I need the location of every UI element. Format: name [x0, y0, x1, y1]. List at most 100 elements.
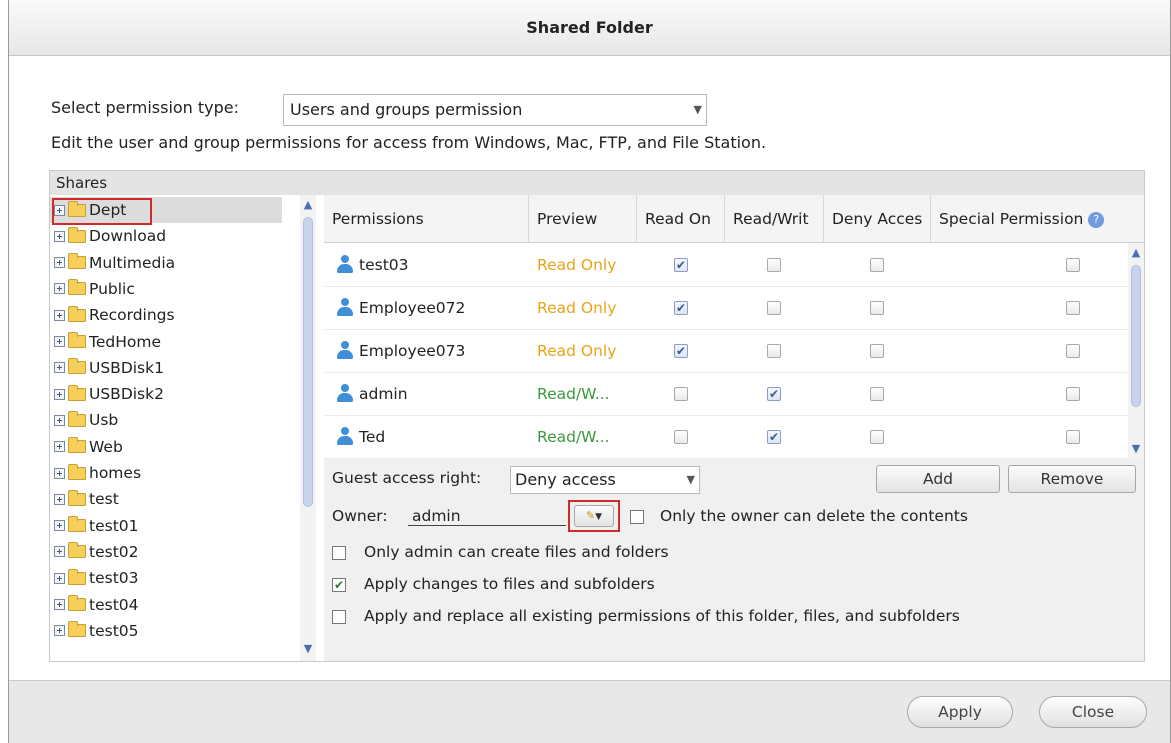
share-item[interactable]: Usb: [54, 407, 118, 433]
expand-icon[interactable]: [54, 283, 65, 295]
share-item-label: TedHome: [89, 332, 161, 351]
share-item[interactable]: test03: [54, 565, 139, 591]
share-item[interactable]: Download: [54, 223, 166, 249]
expand-icon[interactable]: [54, 520, 65, 532]
share-item-label: USBDisk2: [89, 385, 164, 404]
table-row[interactable]: Employee072 Read Only ✔: [324, 286, 1129, 330]
permission-type-label: Select permission type:: [51, 98, 240, 117]
deny-checkbox[interactable]: [870, 387, 884, 401]
deny-checkbox[interactable]: [870, 430, 884, 444]
expand-icon[interactable]: [54, 467, 65, 479]
close-button[interactable]: Close: [1039, 696, 1147, 728]
col-preview[interactable]: Preview: [529, 195, 637, 243]
only-admin-create-label: Only admin can create files and folders: [364, 543, 669, 561]
table-scrollbar[interactable]: ▲ ▼: [1128, 243, 1144, 459]
deny-checkbox[interactable]: [870, 258, 884, 272]
share-item[interactable]: TedHome: [54, 329, 161, 355]
scroll-up-icon[interactable]: ▲: [300, 197, 316, 213]
expand-icon[interactable]: [54, 599, 65, 610]
tree-scrollbar[interactable]: ▲ ▼: [300, 195, 316, 661]
special-checkbox[interactable]: [1066, 301, 1080, 315]
share-item[interactable]: Public: [54, 276, 135, 302]
read-only-checkbox[interactable]: ✔: [674, 344, 688, 358]
expand-icon[interactable]: [54, 625, 65, 637]
col-permissions[interactable]: Permissions: [324, 195, 529, 243]
edit-owner-button[interactable]: ✎▼: [574, 505, 614, 527]
user-icon: [336, 341, 354, 359]
share-item-label: test: [89, 490, 119, 509]
share-item[interactable]: homes: [54, 460, 141, 486]
table-scroll-thumb[interactable]: [1131, 265, 1141, 407]
read-write-checkbox[interactable]: [767, 344, 781, 358]
table-row[interactable]: Ted Read/W... ✔: [324, 415, 1129, 459]
scroll-down-icon[interactable]: ▼: [300, 641, 316, 657]
share-item[interactable]: USBDisk2: [54, 381, 164, 407]
expand-icon[interactable]: [54, 257, 65, 269]
expand-icon[interactable]: [54, 441, 65, 453]
share-item[interactable]: test02: [54, 539, 139, 565]
col-read-write[interactable]: Read/Writ: [725, 195, 824, 243]
only-admin-create-checkbox[interactable]: [332, 546, 346, 560]
read-write-checkbox[interactable]: ✔: [767, 387, 781, 401]
table-header: Permissions Preview Read On Read/Writ De…: [324, 195, 1144, 243]
read-write-checkbox[interactable]: ✔: [767, 430, 781, 444]
apply-button[interactable]: Apply: [907, 696, 1013, 728]
user-icon: [336, 427, 354, 445]
read-only-checkbox[interactable]: [674, 387, 688, 401]
expand-icon[interactable]: [54, 493, 65, 505]
share-item[interactable]: Multimedia: [54, 250, 175, 276]
deny-checkbox[interactable]: [870, 344, 884, 358]
col-deny-access[interactable]: Deny Acces: [824, 195, 931, 243]
user-name: Employee072: [359, 299, 466, 317]
table-row[interactable]: admin Read/W... ✔: [324, 372, 1129, 416]
apply-subfolders-checkbox[interactable]: ✔: [332, 578, 346, 592]
deny-checkbox[interactable]: [870, 301, 884, 315]
expand-icon[interactable]: [54, 309, 65, 321]
expand-icon[interactable]: [54, 388, 65, 400]
scroll-up-icon[interactable]: ▲: [1128, 245, 1144, 261]
scroll-down-icon[interactable]: ▼: [1128, 441, 1144, 457]
share-item[interactable]: test01: [54, 513, 139, 539]
share-item[interactable]: Recordings: [54, 302, 175, 328]
share-item[interactable]: test04: [54, 592, 139, 618]
apply-replace-checkbox[interactable]: [332, 610, 346, 624]
table-row[interactable]: Employee073 Read Only ✔: [324, 329, 1129, 373]
read-only-checkbox[interactable]: ✔: [674, 301, 688, 315]
chevron-down-icon: ▼: [595, 512, 603, 522]
remove-button[interactable]: Remove: [1008, 465, 1136, 493]
folder-icon: [68, 437, 86, 454]
permission-type-select[interactable]: Users and groups permission ▼: [283, 94, 707, 126]
col-special-permission[interactable]: Special Permission ?: [931, 195, 1144, 243]
share-item[interactable]: test05: [54, 618, 139, 644]
table-row[interactable]: test03 Read Only ✔: [324, 243, 1129, 287]
special-checkbox[interactable]: [1066, 344, 1080, 358]
permission-type-value: Users and groups permission: [290, 100, 523, 119]
guest-access-select[interactable]: Deny access ▼: [510, 466, 700, 494]
expand-icon[interactable]: [54, 546, 65, 558]
owner-field[interactable]: admin: [408, 507, 566, 526]
col-read-only[interactable]: Read On: [637, 195, 725, 243]
tree-scroll-thumb[interactable]: [303, 217, 313, 507]
special-checkbox[interactable]: [1066, 387, 1080, 401]
help-icon[interactable]: ?: [1088, 212, 1105, 228]
read-write-checkbox[interactable]: [767, 258, 781, 272]
expand-icon[interactable]: [54, 572, 65, 584]
user-name: Employee073: [359, 342, 466, 360]
expand-icon[interactable]: [54, 230, 65, 242]
read-only-checkbox[interactable]: [674, 430, 688, 444]
guest-access-label: Guest access right:: [332, 469, 482, 487]
add-button[interactable]: Add: [876, 465, 1000, 493]
expand-icon[interactable]: [54, 336, 65, 347]
expand-icon[interactable]: [54, 362, 65, 374]
special-checkbox[interactable]: [1066, 258, 1080, 272]
only-owner-delete-checkbox[interactable]: [630, 510, 644, 524]
read-write-checkbox[interactable]: [767, 301, 781, 315]
only-owner-delete-label: Only the owner can delete the contents: [660, 507, 968, 525]
share-item[interactable]: Web: [54, 434, 123, 460]
share-item[interactable]: test: [54, 486, 119, 512]
permission-description: Edit the user and group permissions for …: [51, 133, 767, 152]
special-checkbox[interactable]: [1066, 430, 1080, 444]
share-item[interactable]: USBDisk1: [54, 355, 164, 381]
read-only-checkbox[interactable]: ✔: [674, 258, 688, 272]
expand-icon[interactable]: [54, 414, 65, 426]
